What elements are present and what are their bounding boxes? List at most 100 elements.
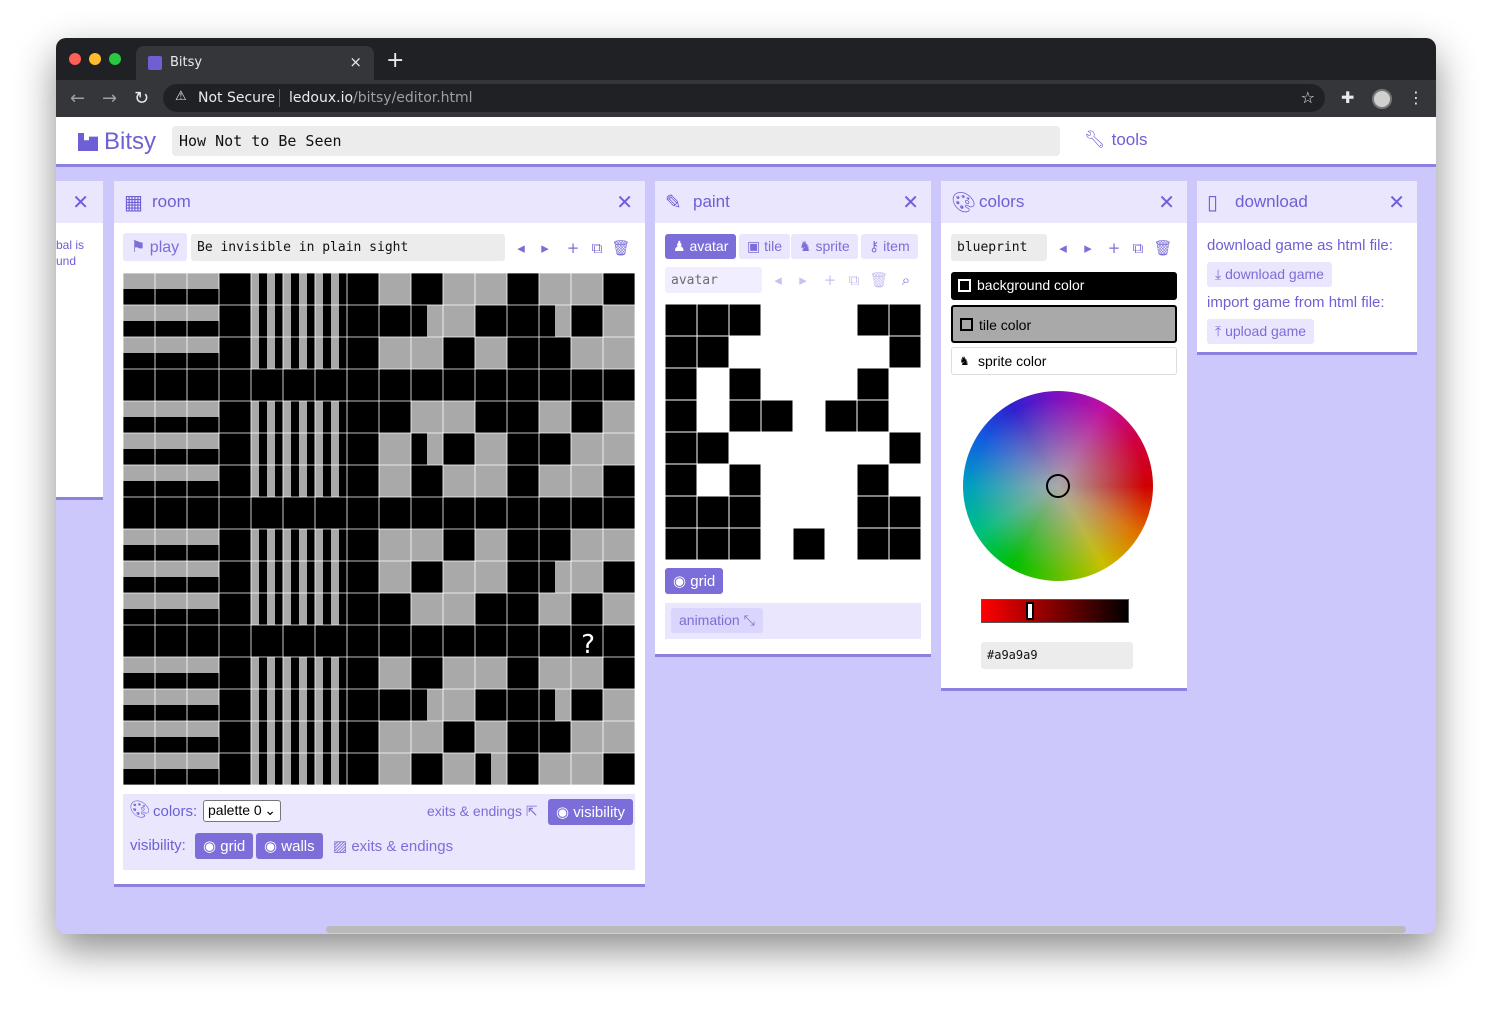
add-palette-icon[interactable]: +: [1103, 236, 1125, 260]
duplicate-palette-icon[interactable]: ⧉: [1127, 236, 1149, 260]
paint-pixel[interactable]: [760, 527, 794, 560]
reload-icon[interactable]: ↻: [134, 88, 149, 109]
bookmark-star-icon[interactable]: ☆: [1301, 88, 1315, 107]
previous-palette-icon[interactable]: ◂: [1052, 236, 1074, 260]
color-wheel-handle[interactable]: [1046, 474, 1070, 498]
paint-pixel[interactable]: [856, 399, 890, 433]
forward-arrow-icon[interactable]: →: [102, 88, 117, 109]
paint-pixel[interactable]: [728, 399, 762, 433]
paint-canvas[interactable]: [665, 304, 921, 560]
paint-pixel[interactable]: [696, 399, 730, 433]
paint-pixel[interactable]: [824, 463, 858, 497]
paint-pixel[interactable]: [856, 304, 890, 337]
paint-pixel[interactable]: [728, 431, 762, 465]
paint-pixel[interactable]: [856, 527, 890, 560]
previous-room-icon[interactable]: ◂: [510, 236, 532, 260]
previous-sprite-icon[interactable]: ◂: [767, 268, 789, 292]
paint-pixel[interactable]: [665, 495, 698, 529]
upload-game-button[interactable]: ⤒ upload game: [1207, 319, 1315, 344]
next-room-icon[interactable]: ▸: [534, 236, 556, 260]
paint-pixel[interactable]: [856, 367, 890, 401]
play-button[interactable]: ⚑ play: [123, 233, 188, 261]
hex-color-input[interactable]: #a9a9a9: [981, 642, 1133, 669]
paint-pixel[interactable]: [728, 335, 762, 369]
paint-pixel[interactable]: [888, 431, 921, 465]
paint-pixel[interactable]: [792, 335, 826, 369]
delete-palette-icon[interactable]: 🗑︎: [1152, 236, 1174, 260]
duplicate-room-icon[interactable]: ⧉: [586, 236, 608, 260]
paint-pixel[interactable]: [888, 367, 921, 401]
paint-pixel[interactable]: [665, 431, 698, 465]
paint-pixel[interactable]: [760, 335, 794, 369]
brightness-slider-handle[interactable]: [1026, 602, 1034, 620]
add-sprite-icon[interactable]: +: [819, 268, 841, 292]
paint-pixel[interactable]: [760, 431, 794, 465]
paint-pixel[interactable]: [888, 495, 921, 529]
paint-pixel[interactable]: [792, 495, 826, 529]
paint-pixel[interactable]: [824, 431, 858, 465]
tab-close-icon[interactable]: ×: [349, 53, 362, 71]
paint-pixel[interactable]: [824, 367, 858, 401]
paint-pixel[interactable]: [728, 495, 762, 529]
paint-pixel[interactable]: [760, 463, 794, 497]
grid-visibility-toggle[interactable]: ◉ grid: [195, 833, 254, 859]
paint-pixel[interactable]: [728, 304, 762, 337]
paint-pixel[interactable]: [792, 463, 826, 497]
paint-pixel[interactable]: [856, 495, 890, 529]
tile-color-option[interactable]: tile color: [951, 305, 1177, 343]
room-close-icon[interactable]: ✕: [616, 190, 633, 214]
colors-close-icon[interactable]: ✕: [1158, 190, 1175, 214]
paint-pixel[interactable]: [824, 399, 858, 433]
minimize-window-button[interactable]: [89, 53, 101, 65]
duplicate-sprite-icon[interactable]: ⧉: [843, 268, 865, 292]
paint-pixel[interactable]: [696, 335, 730, 369]
paint-pixel[interactable]: [824, 335, 858, 369]
visibility-button[interactable]: ◉ visibility: [548, 799, 633, 825]
palette-select[interactable]: palette 0 ⌄: [203, 800, 281, 822]
exits-endings-button[interactable]: exits & endings ⇱: [419, 799, 546, 824]
room-name-input[interactable]: Be invisible in plain sight: [191, 234, 505, 261]
paint-pixel[interactable]: [728, 527, 762, 560]
paint-pixel[interactable]: [888, 335, 921, 369]
paint-pixel[interactable]: [760, 399, 794, 433]
extensions-puzzle-icon[interactable]: ✚: [1341, 88, 1354, 107]
paint-pixel[interactable]: [696, 463, 730, 497]
paint-pixel[interactable]: [888, 463, 921, 497]
paint-pixel[interactable]: [760, 304, 794, 337]
paint-pixel[interactable]: [696, 527, 730, 560]
paint-close-icon[interactable]: ✕: [902, 190, 919, 214]
close-window-button[interactable]: [69, 53, 81, 65]
find-search-icon[interactable]: ⌕: [895, 268, 917, 292]
paint-pixel[interactable]: [824, 495, 858, 529]
sprite-name-input[interactable]: avatar: [665, 267, 762, 293]
paint-pixel[interactable]: [792, 304, 826, 337]
new-tab-button[interactable]: +: [386, 48, 404, 73]
tools-button[interactable]: 🔧︎ tools: [1084, 130, 1148, 150]
paint-pixel[interactable]: [665, 463, 698, 497]
address-bar[interactable]: ⚠ Not Secure ledoux.io/bitsy/editor.html…: [163, 84, 1325, 112]
tab-avatar[interactable]: ♟ avatar: [665, 234, 737, 259]
delete-room-icon[interactable]: 🗑︎: [610, 236, 632, 260]
paint-pixel[interactable]: [665, 335, 698, 369]
download-close-icon[interactable]: ✕: [1388, 190, 1405, 214]
paint-pixel[interactable]: [696, 431, 730, 465]
delete-sprite-icon[interactable]: 🗑︎: [868, 268, 890, 292]
animation-toggle[interactable]: animation ⤡: [671, 608, 763, 633]
paint-pixel[interactable]: [888, 304, 921, 337]
close-icon[interactable]: ✕: [72, 190, 89, 214]
tab-item[interactable]: ⚷ item: [861, 234, 918, 259]
tab-tile[interactable]: ▣ tile: [739, 234, 791, 259]
horizontal-scrollbar[interactable]: [326, 926, 1406, 933]
paint-pixel[interactable]: [856, 335, 890, 369]
paint-pixel[interactable]: [696, 304, 730, 337]
paint-pixel[interactable]: [696, 495, 730, 529]
color-wheel[interactable]: [963, 391, 1153, 581]
maximize-window-button[interactable]: [109, 53, 121, 65]
more-menu-icon[interactable]: ⋮: [1408, 88, 1424, 107]
paint-pixel[interactable]: [888, 527, 921, 560]
walls-visibility-toggle[interactable]: ◉ walls: [256, 833, 323, 859]
paint-pixel[interactable]: [824, 527, 858, 560]
next-sprite-icon[interactable]: ▸: [792, 268, 814, 292]
paint-pixel[interactable]: [792, 431, 826, 465]
back-arrow-icon[interactable]: ←: [70, 88, 85, 109]
